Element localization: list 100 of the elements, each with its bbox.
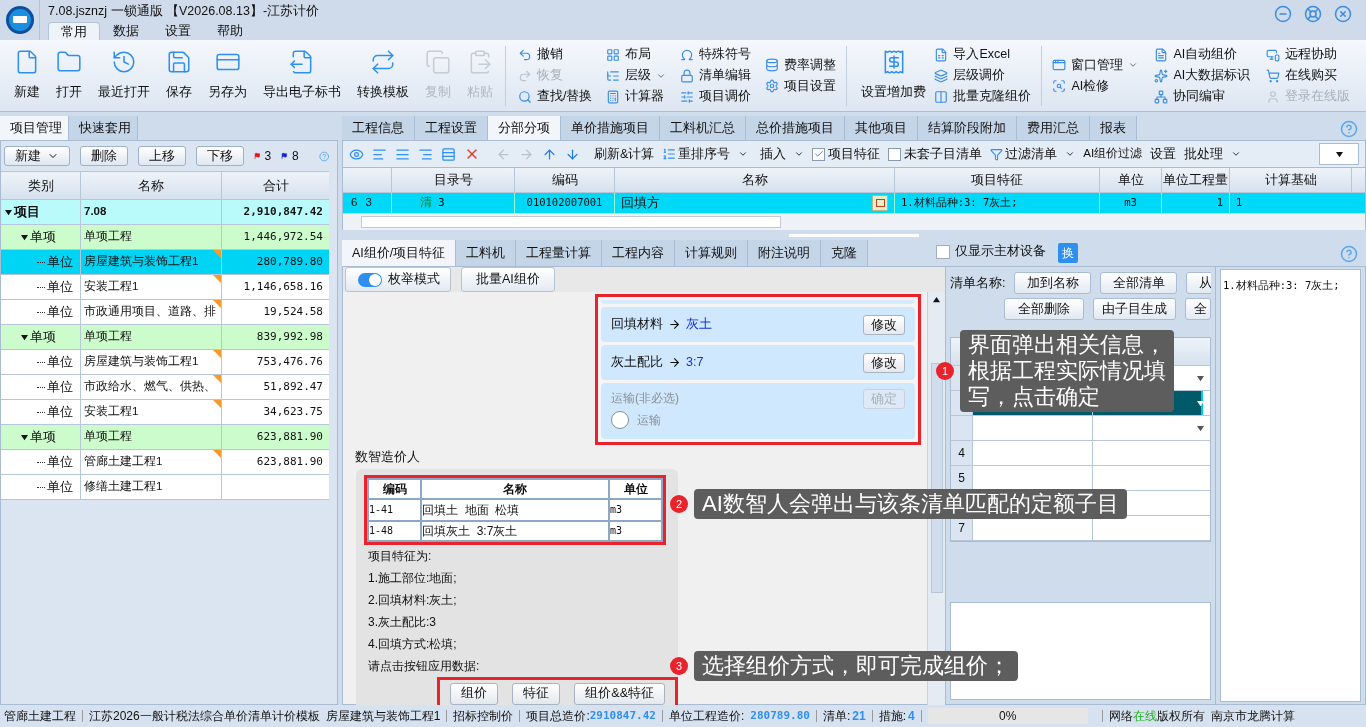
tab[interactable]: 结算阶段附加: [918, 116, 1017, 140]
tab[interactable]: 工程设置: [415, 116, 488, 140]
tab[interactable]: 计算规则: [675, 240, 749, 266]
tree-row[interactable]: 项目 7.08 2,910,847.42: [1, 200, 329, 225]
enum-mode-toggle[interactable]: 枚举模式: [345, 267, 451, 292]
ribbon-button[interactable]: 窗口管理: [1050, 56, 1141, 74]
expanded-arrow-icon[interactable]: [21, 233, 28, 241]
apply-button[interactable]: 组价: [450, 682, 499, 705]
list-button[interactable]: 全: [1185, 298, 1211, 320]
arrow-down-icon[interactable]: [565, 146, 580, 162]
ribbon-button[interactable]: 项目设置: [763, 77, 839, 95]
refresh-button[interactable]: 刷新&计算: [594, 144, 655, 164]
minimize-icon[interactable]: [1274, 5, 1292, 23]
ribbon-button[interactable]: 布局: [604, 45, 669, 64]
ribbon-button[interactable]: 项目调价: [678, 87, 754, 106]
ribbon-large-button[interactable]: 新建: [6, 49, 48, 102]
help-icon[interactable]: [1340, 120, 1358, 138]
ribbon-button[interactable]: 撤销: [516, 45, 595, 64]
tab[interactable]: 克隆: [821, 240, 869, 266]
help-icon[interactable]: [1340, 245, 1358, 263]
tab[interactable]: 工程量计算: [516, 240, 603, 266]
lines-icon[interactable]: [395, 146, 410, 162]
modify-button[interactable]: 修改: [863, 352, 905, 373]
menu-tab[interactable]: 常用: [48, 22, 100, 40]
tab[interactable]: 工料机汇总: [660, 116, 746, 140]
apply-button[interactable]: 特征: [512, 682, 561, 705]
insert-button[interactable]: 插入: [760, 144, 787, 164]
radio-button[interactable]: [611, 411, 629, 429]
restore-icon[interactable]: [1304, 5, 1322, 23]
tree-row[interactable]: 单位 市政通用项目、道路、排 19,524.58: [1, 300, 329, 325]
ribbon-large-button[interactable]: 转换模板: [349, 49, 417, 102]
tree-row[interactable]: 单位 房屋建筑与装饰工程1 753,476.76: [1, 350, 329, 375]
horizontal-scrollbar[interactable]: [343, 213, 1365, 230]
tree-row[interactable]: 单项 单项工程 623,881.90: [1, 425, 329, 450]
tree-row[interactable]: 单位 安装工程1 34,623.75: [1, 400, 329, 425]
ribbon-button[interactable]: 批量克隆组价: [932, 87, 1034, 106]
ribbon-button[interactable]: AI大数据标识: [1152, 66, 1253, 85]
caret-icon[interactable]: [1197, 399, 1204, 407]
filter-button[interactable]: 过滤清单: [1005, 144, 1058, 164]
tree-row[interactable]: 单位 市政给水、燃气、供热、 51,892.47: [1, 375, 329, 400]
caret-icon[interactable]: [1197, 424, 1204, 432]
modify-button[interactable]: 修改: [863, 314, 905, 335]
expanded-arrow-icon[interactable]: [5, 208, 12, 216]
ribbon-large-button[interactable]: 打开: [48, 49, 90, 102]
apply-button[interactable]: 组价&&特征: [574, 682, 665, 705]
app-logo-icon[interactable]: [4, 5, 35, 35]
feature-text-area[interactable]: 1.材料品种:3: 7灰土;: [1220, 269, 1361, 702]
move-up-button[interactable]: 上移: [138, 146, 186, 166]
batch-button[interactable]: 批处理: [1184, 144, 1224, 164]
main-material-checkbox[interactable]: [936, 244, 951, 259]
tree-row[interactable]: 单位 房屋建筑与装饰工程1 280,789.80: [1, 250, 329, 275]
ribbon-large-button[interactable]: 设置增加费: [855, 49, 933, 102]
ribbon-button[interactable]: 清单编辑: [678, 66, 754, 85]
ribbon-large-button[interactable]: 最近打开: [90, 49, 158, 102]
list-button[interactable]: 加到名称: [1014, 272, 1092, 294]
calendar-icon[interactable]: [872, 195, 888, 211]
eye-icon[interactable]: [349, 146, 364, 162]
unmatched-checkbox[interactable]: [888, 147, 902, 161]
tree-row[interactable]: 单位 修缮土建工程1: [1, 475, 329, 500]
tree-row[interactable]: 单位 管廊土建工程1 623,881.90: [1, 450, 329, 475]
grid-row[interactable]: 6 3 清 3 010102007001 回填方 1.材料品种:3: 7灰土; m3 1 1: [343, 193, 1365, 213]
tab[interactable]: 其他项目: [845, 116, 918, 140]
tree-row[interactable]: 单位 安装工程1 1,146,658.16: [1, 275, 329, 300]
ribbon-button[interactable]: 层级: [604, 66, 669, 85]
ribbon-button[interactable]: AI自动组价: [1152, 45, 1253, 64]
indent-icon[interactable]: [372, 146, 387, 162]
splitter-handle-icon[interactable]: [789, 233, 919, 237]
ribbon-button[interactable]: AI检修: [1050, 77, 1141, 95]
ribbon-large-button[interactable]: 导出电子标书: [255, 49, 349, 102]
tree-row[interactable]: 单项 单项工程 839,992.98: [1, 325, 329, 350]
tab[interactable]: 快速套用: [69, 116, 138, 140]
arrow-right-icon[interactable]: [519, 146, 534, 162]
more-dropdown[interactable]: [1319, 143, 1359, 165]
list-button[interactable]: 全部清单: [1100, 272, 1178, 294]
tab[interactable]: 工程信息: [342, 116, 415, 140]
move-down-button[interactable]: 下移: [196, 146, 244, 166]
settings-button[interactable]: 设置: [1150, 144, 1177, 164]
new-dropdown[interactable]: 新建: [4, 146, 70, 166]
ribbon-button[interactable]: 协同编审: [1152, 87, 1253, 106]
rows-icon[interactable]: [441, 146, 456, 162]
list-button[interactable]: 全部删除: [1004, 298, 1084, 320]
close-icon[interactable]: [1334, 5, 1352, 23]
ribbon-large-button[interactable]: 另存为: [200, 49, 255, 102]
ribbon-button[interactable]: 计算器: [604, 87, 669, 106]
ribbon-button[interactable]: 层级调价: [932, 66, 1034, 85]
tab[interactable]: 单价措施项目: [561, 116, 660, 140]
delete-button[interactable]: 删除: [80, 146, 128, 166]
caret-icon[interactable]: [1335, 150, 1343, 158]
ribbon-large-button[interactable]: 保存: [158, 49, 200, 102]
tab[interactable]: 附注说明: [748, 240, 822, 266]
ribbon-button[interactable]: 在线购买: [1264, 66, 1353, 85]
tab[interactable]: 费用汇总: [1017, 116, 1090, 140]
ribbon-button[interactable]: 导入Excel: [932, 45, 1034, 64]
ribbon-button[interactable]: 远程协助: [1264, 45, 1353, 64]
tab[interactable]: 分部分项: [488, 116, 561, 140]
ribbon-button[interactable]: 费率调整: [763, 56, 839, 74]
outdent-icon[interactable]: [418, 146, 433, 162]
caret-icon[interactable]: [1197, 374, 1204, 382]
tab[interactable]: 报表: [1090, 116, 1137, 140]
expanded-arrow-icon[interactable]: [21, 333, 28, 341]
